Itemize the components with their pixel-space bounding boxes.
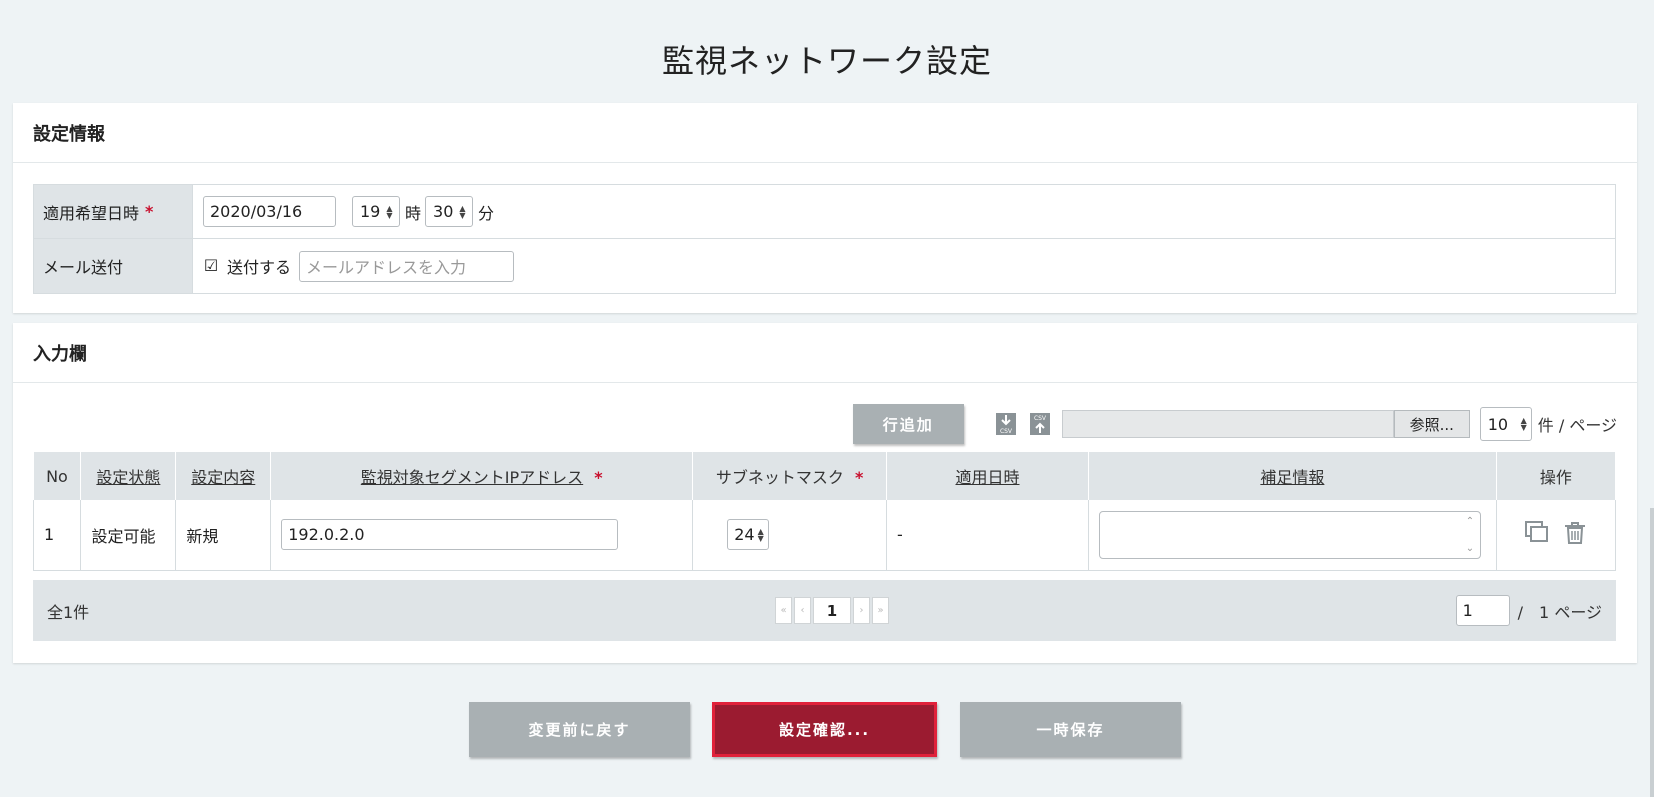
required-mark: * [145, 202, 154, 221]
col-header-apply-date[interactable]: 適用日時 [886, 452, 1089, 500]
col-header-label: No [46, 466, 68, 486]
total-count: 全1件 [47, 602, 90, 622]
hour-select[interactable]: 19 ▲ ▼ [352, 196, 400, 227]
confirm-settings-button[interactable]: 設定確認... [712, 702, 937, 757]
settings-form: 適用希望日時 * 2020/03/16 19 ▲ ▼ 時 30 ▲ ▼ 分 メール送… [33, 184, 1616, 294]
page-title: 監視ネットワーク設定 [661, 42, 992, 80]
spinner-icon: ▲ ▼ [459, 203, 466, 220]
page-number-input[interactable]: 1 [1455, 595, 1510, 626]
mail-value: ☑ 送付する メールアドレスを入力 [193, 239, 1615, 293]
table-row: 1 設定可能 新規 192.0.2.0 24 ▲ ▼ - ⌃ ⌄ [32, 500, 1617, 571]
mail-checkbox[interactable]: ☑ [203, 258, 219, 274]
page-scrollbar[interactable] [1650, 508, 1654, 797]
svg-text:CSV: CSV [1034, 415, 1047, 422]
note-textarea[interactable]: ⌃ ⌄ [1098, 510, 1481, 559]
apply-date-row: 適用希望日時 * 2020/03/16 19 ▲ ▼ 時 30 ▲ ▼ 分 [34, 185, 1615, 239]
minute-value: 30 [433, 202, 454, 221]
table-header-row: No 設定状態 設定内容 監視対象セグメントIPアドレス * サブネットマスク … [33, 452, 1617, 500]
col-header-label: 設定内容 [191, 468, 256, 487]
cell-mask: 24 ▲ ▼ [692, 500, 888, 571]
row-operations [1507, 520, 1615, 550]
mail-checkbox-label: 送付する [227, 258, 292, 277]
date-input[interactable]: 2020/03/16 [203, 196, 336, 227]
spinner-icon: ▲ ▼ [386, 203, 393, 220]
copy-icon[interactable] [1524, 520, 1550, 550]
csv-upload-icon[interactable]: CSV [1028, 411, 1052, 437]
col-header-note[interactable]: 補足情報 [1088, 452, 1497, 500]
page-jump: 1 / 1 ページ [1455, 595, 1602, 626]
apply-date-label-text: 適用希望日時 [43, 203, 140, 223]
page-total-label: / 1 ページ [1517, 602, 1602, 622]
col-header-label: サブネットマスク [715, 468, 844, 487]
pagination-bar: 全1件 « ‹ 1 › » 1 / 1 ページ [33, 580, 1616, 641]
required-mark: * [594, 468, 603, 487]
col-header-label: 補足情報 [1260, 468, 1325, 487]
apply-date-value: 2020/03/16 19 ▲ ▼ 時 30 ▲ ▼ 分 [193, 185, 1615, 238]
current-page[interactable]: 1 [813, 597, 851, 624]
revert-button[interactable]: 変更前に戻す [469, 702, 690, 757]
col-header-label: 監視対象セグメントIPアドレス [360, 468, 584, 487]
settings-panel: 設定情報 適用希望日時 * 2020/03/16 19 ▲ ▼ 時 30 ▲ ▼ 分 [13, 103, 1637, 313]
pagination-nav: « ‹ 1 › » [775, 597, 889, 624]
csv-download-icon[interactable]: CSV [994, 411, 1018, 437]
cell-status: 設定可能 [80, 500, 177, 571]
col-header-mask: サブネットマスク * [692, 452, 888, 500]
minute-select[interactable]: 30 ▲ ▼ [425, 196, 474, 227]
minute-unit: 分 [478, 203, 495, 223]
cell-content: 新規 [175, 500, 272, 571]
cell-note: ⌃ ⌄ [1088, 500, 1497, 571]
hour-value: 19 [360, 202, 381, 221]
cell-ops [1496, 500, 1617, 571]
email-input[interactable]: メールアドレスを入力 [299, 250, 515, 282]
col-header-label: 設定状態 [96, 468, 161, 487]
col-header-no: No [33, 452, 82, 500]
col-header-label: 適用日時 [955, 468, 1020, 487]
segment-table: No 設定状態 設定内容 監視対象セグメントIPアドレス * サブネットマスク … [32, 452, 1617, 571]
prev-page-icon[interactable]: ‹ [794, 597, 811, 624]
per-page-select[interactable]: 10 ▲ ▼ [1479, 407, 1532, 441]
scroll-up-icon[interactable]: ⌃ [1466, 516, 1474, 527]
col-header-status[interactable]: 設定状態 [80, 452, 177, 500]
col-header-ops: 操作 [1496, 452, 1617, 500]
add-row-button[interactable]: 行追加 [852, 404, 964, 444]
file-path-field[interactable] [1061, 410, 1394, 438]
per-page-label: 件 / ページ [1537, 416, 1617, 435]
trash-icon[interactable] [1562, 520, 1588, 550]
first-page-icon[interactable]: « [775, 597, 792, 624]
per-page-value: 10 [1487, 414, 1509, 434]
spinner-icon: ▲ ▼ [1520, 416, 1527, 432]
input-panel-header: 入力欄 [13, 323, 1637, 383]
last-page-icon[interactable]: » [872, 597, 889, 624]
cell-apply-date: - [886, 500, 1089, 571]
cell-ip: 192.0.2.0 [270, 500, 694, 571]
textarea-scrollbar[interactable]: ⌃ ⌄ [1464, 516, 1476, 554]
cell-no: 1 [32, 500, 82, 571]
mail-row: メール送付 ☑ 送付する メールアドレスを入力 [34, 239, 1615, 293]
col-header-content[interactable]: 設定内容 [175, 452, 272, 500]
scroll-down-icon[interactable]: ⌄ [1466, 543, 1474, 554]
settings-panel-header: 設定情報 [13, 103, 1637, 163]
subnet-mask-select[interactable]: 24 ▲ ▼ [727, 519, 770, 551]
subnet-mask-value: 24 [734, 525, 755, 545]
col-header-label: 操作 [1539, 468, 1572, 487]
apply-date-label: 適用希望日時 * [34, 185, 193, 238]
hour-unit: 時 [405, 203, 422, 223]
mail-label: メール送付 [34, 239, 193, 293]
spinner-icon: ▲ ▼ [757, 526, 764, 543]
input-panel: 入力欄 行追加 CSV CSV 参照... 10 ▲ ▼ 件 / ページ No … [13, 323, 1637, 663]
temporary-save-button[interactable]: 一時保存 [960, 702, 1181, 757]
required-mark: * [855, 468, 864, 487]
next-page-icon[interactable]: › [853, 597, 870, 624]
table-toolbar: 行追加 CSV CSV 参照... 10 ▲ ▼ 件 / ページ [852, 404, 1617, 444]
col-header-ip[interactable]: 監視対象セグメントIPアドレス * [270, 452, 694, 500]
browse-button[interactable]: 参照... [1393, 410, 1470, 438]
svg-text:CSV: CSV [1000, 428, 1013, 435]
ip-address-input[interactable]: 192.0.2.0 [281, 519, 619, 551]
